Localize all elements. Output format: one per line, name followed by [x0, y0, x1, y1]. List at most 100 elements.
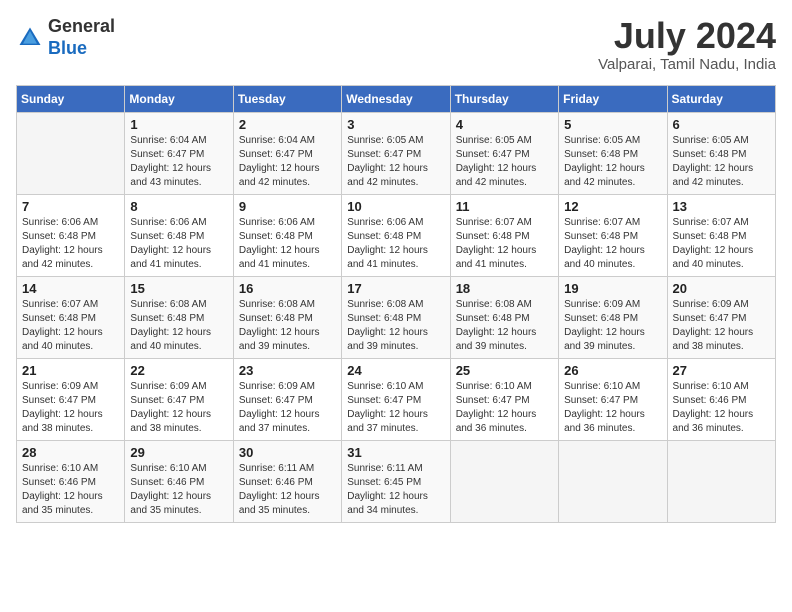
day-info: Sunrise: 6:10 AMSunset: 6:46 PMDaylight:…: [130, 462, 227, 518]
calendar-day-cell: 26 Sunrise: 6:10 AMSunset: 6:47 PMDayligh…: [559, 358, 667, 440]
day-number: 14: [22, 281, 119, 296]
calendar-day-cell: 4Sunrise: 6:05 AMSunset: 6:47 PMDaylight…: [450, 112, 558, 194]
calendar-day-cell: 14 Sunrise: 6:07 AMSunset: 6:48 PMDayligh…: [17, 276, 125, 358]
weekday-header: Tuesday: [233, 85, 341, 112]
calendar-day-cell: 30 Sunrise: 6:11 AMSunset: 6:46 PMDayligh…: [233, 440, 341, 522]
day-number: 15: [130, 281, 227, 296]
calendar-day-cell: [559, 440, 667, 522]
day-number: 6: [673, 117, 770, 132]
day-number: 13: [673, 199, 770, 214]
day-info: Sunrise: 6:05 AMSunset: 6:48 PMDaylight:…: [564, 134, 661, 190]
title-area: July 2024 Valparai, Tamil Nadu, India: [598, 16, 776, 73]
day-info: Sunrise: 6:07 AMSunset: 6:48 PMDaylight:…: [564, 216, 661, 272]
day-info: Sunrise: 6:09 AMSunset: 6:48 PMDaylight:…: [564, 298, 661, 354]
calendar-day-cell: 16 Sunrise: 6:08 AMSunset: 6:48 PMDayligh…: [233, 276, 341, 358]
day-number: 24: [347, 363, 444, 378]
day-info: Sunrise: 6:11 AMSunset: 6:45 PMDaylight:…: [347, 462, 444, 518]
day-number: 25: [456, 363, 553, 378]
day-info: Sunrise: 6:07 AMSunset: 6:48 PMDaylight:…: [22, 298, 119, 354]
day-number: 7: [22, 199, 119, 214]
day-number: 28: [22, 445, 119, 460]
calendar-day-cell: [17, 112, 125, 194]
logo-icon: [16, 24, 44, 52]
calendar-week-row: 14 Sunrise: 6:07 AMSunset: 6:48 PMDayligh…: [17, 276, 776, 358]
day-number: 30: [239, 445, 336, 460]
month-title: July 2024: [598, 16, 776, 56]
day-number: 1: [130, 117, 227, 132]
calendar-day-cell: 13Sunrise: 6:07 AMSunset: 6:48 PMDayligh…: [667, 194, 775, 276]
weekday-header: Saturday: [667, 85, 775, 112]
location-subtitle: Valparai, Tamil Nadu, India: [598, 56, 776, 73]
day-number: 10: [347, 199, 444, 214]
day-number: 22: [130, 363, 227, 378]
weekday-header: Monday: [125, 85, 233, 112]
day-info: Sunrise: 6:04 AMSunset: 6:47 PMDaylight:…: [239, 134, 336, 190]
calendar-day-cell: 25 Sunrise: 6:10 AMSunset: 6:47 PMDayligh…: [450, 358, 558, 440]
calendar-day-cell: [450, 440, 558, 522]
weekday-header: Wednesday: [342, 85, 450, 112]
day-number: 17: [347, 281, 444, 296]
calendar-day-cell: 12 Sunrise: 6:07 AMSunset: 6:48 PMDayligh…: [559, 194, 667, 276]
day-number: 12: [564, 199, 661, 214]
calendar-day-cell: 29Sunrise: 6:10 AMSunset: 6:46 PMDayligh…: [125, 440, 233, 522]
day-info: Sunrise: 6:09 AMSunset: 6:47 PMDaylight:…: [239, 380, 336, 436]
day-number: 26: [564, 363, 661, 378]
calendar-day-cell: [667, 440, 775, 522]
day-info: Sunrise: 6:08 AMSunset: 6:48 PMDaylight:…: [347, 298, 444, 354]
calendar-day-cell: 28 Sunrise: 6:10 AMSunset: 6:46 PMDayligh…: [17, 440, 125, 522]
calendar-day-cell: 17 Sunrise: 6:08 AMSunset: 6:48 PMDayligh…: [342, 276, 450, 358]
calendar-day-cell: 10 Sunrise: 6:06 AMSunset: 6:48 PMDayligh…: [342, 194, 450, 276]
day-number: 3: [347, 117, 444, 132]
day-info: Sunrise: 6:06 AMSunset: 6:48 PMDaylight:…: [347, 216, 444, 272]
day-info: Sunrise: 6:04 AMSunset: 6:47 PMDaylight:…: [130, 134, 227, 190]
day-info: Sunrise: 6:06 AMSunset: 6:48 PMDaylight:…: [22, 216, 119, 272]
calendar-day-cell: 24 Sunrise: 6:10 AMSunset: 6:47 PMDayligh…: [342, 358, 450, 440]
day-number: 19: [564, 281, 661, 296]
day-info: Sunrise: 6:06 AMSunset: 6:48 PMDaylight:…: [239, 216, 336, 272]
day-info: Sunrise: 6:08 AMSunset: 6:48 PMDaylight:…: [130, 298, 227, 354]
calendar-day-cell: 6 Sunrise: 6:05 AMSunset: 6:48 PMDaylight…: [667, 112, 775, 194]
day-number: 9: [239, 199, 336, 214]
day-info: Sunrise: 6:10 AMSunset: 6:47 PMDaylight:…: [456, 380, 553, 436]
day-number: 11: [456, 199, 553, 214]
day-number: 16: [239, 281, 336, 296]
calendar-week-row: 21Sunrise: 6:09 AMSunset: 6:47 PMDayligh…: [17, 358, 776, 440]
calendar-day-cell: 7 Sunrise: 6:06 AMSunset: 6:48 PMDaylight…: [17, 194, 125, 276]
calendar-week-row: 7 Sunrise: 6:06 AMSunset: 6:48 PMDaylight…: [17, 194, 776, 276]
logo-text: General Blue: [48, 16, 115, 59]
calendar-table: SundayMondayTuesdayWednesdayThursdayFrid…: [16, 85, 776, 523]
calendar-day-cell: 2 Sunrise: 6:04 AMSunset: 6:47 PMDaylight…: [233, 112, 341, 194]
day-number: 23: [239, 363, 336, 378]
day-number: 5: [564, 117, 661, 132]
calendar-day-cell: 23 Sunrise: 6:09 AMSunset: 6:47 PMDayligh…: [233, 358, 341, 440]
weekday-header: Friday: [559, 85, 667, 112]
day-info: Sunrise: 6:11 AMSunset: 6:46 PMDaylight:…: [239, 462, 336, 518]
calendar-week-row: 28 Sunrise: 6:10 AMSunset: 6:46 PMDayligh…: [17, 440, 776, 522]
weekday-header: Sunday: [17, 85, 125, 112]
calendar-day-cell: 1 Sunrise: 6:04 AMSunset: 6:47 PMDaylight…: [125, 112, 233, 194]
day-info: Sunrise: 6:10 AMSunset: 6:47 PMDaylight:…: [347, 380, 444, 436]
day-info: Sunrise: 6:08 AMSunset: 6:48 PMDaylight:…: [239, 298, 336, 354]
calendar-day-cell: 20Sunrise: 6:09 AMSunset: 6:47 PMDayligh…: [667, 276, 775, 358]
calendar-day-cell: 21Sunrise: 6:09 AMSunset: 6:47 PMDayligh…: [17, 358, 125, 440]
calendar-day-cell: 5 Sunrise: 6:05 AMSunset: 6:48 PMDaylight…: [559, 112, 667, 194]
day-info: Sunrise: 6:05 AMSunset: 6:48 PMDaylight:…: [673, 134, 770, 190]
calendar-day-cell: 18Sunrise: 6:08 AMSunset: 6:48 PMDayligh…: [450, 276, 558, 358]
calendar-day-cell: 9 Sunrise: 6:06 AMSunset: 6:48 PMDaylight…: [233, 194, 341, 276]
day-info: Sunrise: 6:08 AMSunset: 6:48 PMDaylight:…: [456, 298, 553, 354]
calendar-day-cell: 31 Sunrise: 6:11 AMSunset: 6:45 PMDayligh…: [342, 440, 450, 522]
day-info: Sunrise: 6:07 AMSunset: 6:48 PMDaylight:…: [456, 216, 553, 272]
weekday-header-row: SundayMondayTuesdayWednesdayThursdayFrid…: [17, 85, 776, 112]
day-info: Sunrise: 6:05 AMSunset: 6:47 PMDaylight:…: [347, 134, 444, 190]
day-info: Sunrise: 6:09 AMSunset: 6:47 PMDaylight:…: [673, 298, 770, 354]
day-number: 31: [347, 445, 444, 460]
header: General Blue July 2024 Valparai, Tamil N…: [16, 16, 776, 73]
day-info: Sunrise: 6:10 AMSunset: 6:46 PMDaylight:…: [22, 462, 119, 518]
day-info: Sunrise: 6:09 AMSunset: 6:47 PMDaylight:…: [130, 380, 227, 436]
weekday-header: Thursday: [450, 85, 558, 112]
calendar-day-cell: 19 Sunrise: 6:09 AMSunset: 6:48 PMDayligh…: [559, 276, 667, 358]
day-number: 2: [239, 117, 336, 132]
calendar-day-cell: 27Sunrise: 6:10 AMSunset: 6:46 PMDayligh…: [667, 358, 775, 440]
day-info: Sunrise: 6:10 AMSunset: 6:47 PMDaylight:…: [564, 380, 661, 436]
calendar-day-cell: 22 Sunrise: 6:09 AMSunset: 6:47 PMDayligh…: [125, 358, 233, 440]
